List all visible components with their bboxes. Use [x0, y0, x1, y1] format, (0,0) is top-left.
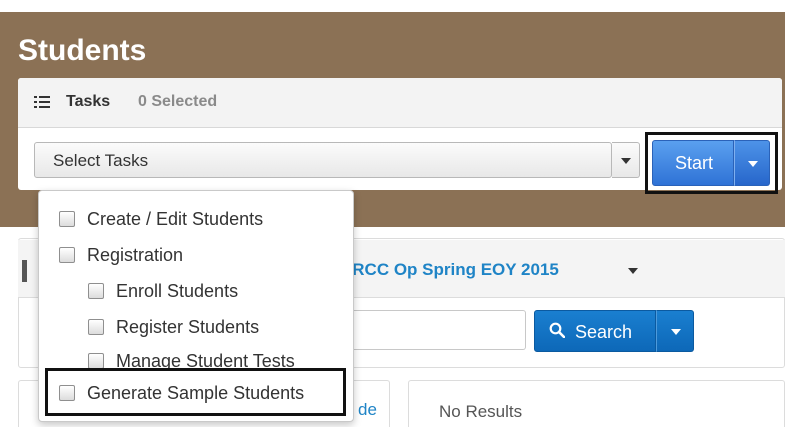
- checkbox[interactable]: [59, 247, 75, 263]
- checkbox[interactable]: [59, 211, 75, 227]
- page-title: Students: [18, 34, 147, 67]
- chevron-down-icon: [671, 329, 681, 335]
- start-button[interactable]: Start: [652, 140, 734, 186]
- checkbox[interactable]: [88, 283, 104, 299]
- selected-count: 0 Selected: [138, 93, 218, 110]
- select-tasks-label: Select Tasks: [53, 151, 149, 170]
- search-input[interactable]: [350, 310, 526, 350]
- search-icon: [549, 322, 565, 338]
- search-button-label: Search: [575, 322, 633, 342]
- panel-edge-mark: [22, 260, 27, 282]
- partial-link[interactable]: de: [358, 400, 377, 420]
- chevron-down-icon: [621, 158, 631, 164]
- select-tasks-toggle[interactable]: [612, 142, 640, 178]
- tasks-panel-header: Tasks 0 Selected: [18, 78, 782, 128]
- menu-item-label: Register Students: [116, 317, 260, 337]
- select-tasks-dropdown[interactable]: Select Tasks: [34, 142, 612, 178]
- start-button-label: Start: [674, 153, 713, 173]
- generate-sample-highlight: [45, 368, 346, 416]
- tasks-label: Tasks: [66, 93, 111, 110]
- menu-item-label: Enroll Students: [116, 281, 239, 301]
- menu-item-label: Registration: [87, 245, 184, 265]
- checkbox[interactable]: [88, 353, 104, 369]
- test-selector[interactable]: ARCC Op Spring EOY 2015: [340, 260, 559, 280]
- search-options-toggle[interactable]: [656, 310, 694, 352]
- start-options-toggle[interactable]: [734, 140, 770, 186]
- tasks-list-icon: [34, 96, 50, 108]
- checkbox[interactable]: [88, 319, 104, 335]
- search-button[interactable]: Search: [534, 310, 656, 352]
- results-text: No Results: [439, 402, 523, 421]
- menu-item-label: Create / Edit Students: [87, 209, 264, 229]
- caption-strip: [0, 0, 785, 12]
- results-panel: No Results: [408, 380, 785, 427]
- chevron-down-icon[interactable]: [628, 268, 638, 274]
- chevron-down-icon: [748, 161, 758, 167]
